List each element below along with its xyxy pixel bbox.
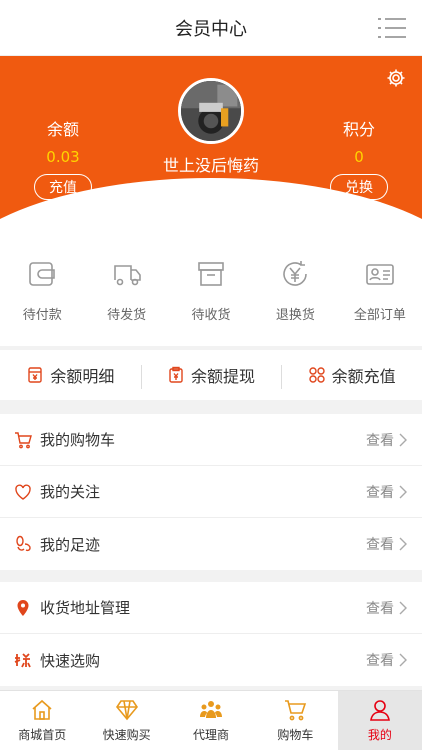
list-item-address[interactable]: 收货地址管理 查看 [0, 582, 422, 634]
tab-label: 购物车 [277, 728, 314, 742]
withdraw-icon [169, 366, 183, 383]
order-pending-payment[interactable]: 待付款 [0, 228, 84, 346]
list-item-cart[interactable]: 我的购物车 查看 [0, 414, 422, 466]
points-value: 0 [354, 148, 364, 166]
gear-icon[interactable] [386, 68, 406, 88]
balance-label: 余额 [46, 120, 79, 139]
list-item-label: 快速选购 [40, 651, 101, 670]
profile-banner: 余额 0.03 充值 世上没后悔药 [会员] 积分 0 兑换 [0, 56, 422, 228]
footprint-icon [16, 535, 31, 552]
heart-icon [15, 484, 31, 500]
view-link[interactable]: 查看 [366, 430, 394, 450]
balance-detail-button[interactable]: 余额明细 [0, 363, 141, 387]
view-link[interactable]: 查看 [366, 598, 394, 618]
order-status-bar: 待付款 待发货 待收货 退换货 全部订单 [0, 228, 422, 346]
menu-list-primary: 我的购物车 查看 我的关注 查看 我的足迹 查看 [0, 414, 422, 570]
points-panel: 积分 0 兑换 [314, 116, 404, 200]
exchange-button[interactable]: 兑换 [330, 174, 388, 200]
order-label: 全部订单 [353, 308, 406, 323]
bottom-tab-bar: 商城首页 快速购买 代理商 购物车 我的 [0, 690, 422, 750]
user-icon [369, 700, 390, 721]
avatar-photo [181, 81, 241, 141]
chevron-right-icon [399, 653, 407, 667]
tab-quick-purchase[interactable]: 快速购买 [84, 691, 168, 750]
withdraw-button[interactable]: 余额提现 [140, 363, 282, 389]
balance-action-label: 余额充值 [331, 367, 396, 386]
balance-actions: 余额明细 余额提现 余额充值 [0, 350, 422, 400]
recharge-icon [308, 367, 325, 383]
order-returns[interactable]: 退换货 [253, 228, 337, 346]
truck-icon [113, 265, 141, 286]
quick-buy-icon [14, 653, 31, 668]
menu-list-secondary: 收货地址管理 查看 快速选购 查看 [0, 582, 422, 686]
view-link[interactable]: 查看 [366, 650, 394, 670]
list-item-footprints[interactable]: 我的足迹 查看 [0, 518, 422, 570]
agents-icon [200, 701, 223, 718]
chevron-right-icon [399, 485, 407, 498]
home-icon [32, 699, 52, 720]
tab-label: 代理商 [193, 728, 230, 742]
list-item-quick-buy[interactable]: 快速选购 查看 [0, 634, 422, 686]
order-label: 待发货 [107, 308, 147, 323]
menu-icon[interactable] [376, 16, 408, 40]
points-label: 积分 [342, 120, 375, 139]
list-item-follows[interactable]: 我的关注 查看 [0, 466, 422, 518]
chevron-right-icon [399, 601, 407, 614]
chevron-right-icon [399, 537, 407, 551]
chevron-right-icon [399, 433, 407, 446]
page-title: 会员中心 [175, 18, 247, 40]
recharge-balance-button[interactable]: 余额充值 [281, 363, 422, 389]
order-label: 退换货 [275, 308, 315, 323]
order-label: 待付款 [22, 308, 62, 323]
avatar[interactable] [178, 78, 244, 144]
tab-label: 商城首页 [18, 728, 67, 742]
order-all[interactable]: 全部订单 [338, 228, 422, 346]
tab-mine[interactable]: 我的 [337, 691, 422, 750]
list-item-label: 我的关注 [40, 483, 101, 501]
order-list-icon [366, 264, 394, 285]
list-item-label: 收货地址管理 [40, 599, 131, 617]
balance-action-label: 余额提现 [191, 367, 256, 386]
cart-icon [285, 700, 307, 721]
box-icon [198, 262, 224, 286]
location-pin-icon [17, 599, 29, 616]
tab-label: 快速购买 [102, 728, 151, 742]
cart-icon [15, 431, 32, 448]
diamond-icon [115, 700, 138, 721]
order-label: 待收货 [191, 308, 231, 323]
list-item-label: 我的足迹 [40, 535, 101, 554]
view-link[interactable]: 查看 [366, 534, 394, 554]
list-item-label: 我的购物车 [40, 431, 116, 449]
order-pending-receipt[interactable]: 待收货 [169, 228, 253, 346]
order-pending-shipment[interactable]: 待发货 [84, 228, 168, 346]
tab-agents[interactable]: 代理商 [169, 691, 253, 750]
view-link[interactable]: 查看 [366, 482, 394, 502]
wallet-icon [29, 262, 56, 286]
tab-home[interactable]: 商城首页 [0, 691, 84, 750]
top-bar: 会员中心 [0, 0, 422, 56]
tab-label: 我的 [367, 728, 392, 742]
member-center-page: 会员中心 余额 0.03 充值 世上没后悔药 [会员] 积分 0 兑换 待付款 … [0, 0, 422, 750]
yen-refund-icon [283, 261, 308, 286]
balance-detail-icon [28, 367, 43, 383]
tab-cart[interactable]: 购物车 [253, 691, 337, 750]
balance-action-label: 余额明细 [50, 367, 115, 386]
